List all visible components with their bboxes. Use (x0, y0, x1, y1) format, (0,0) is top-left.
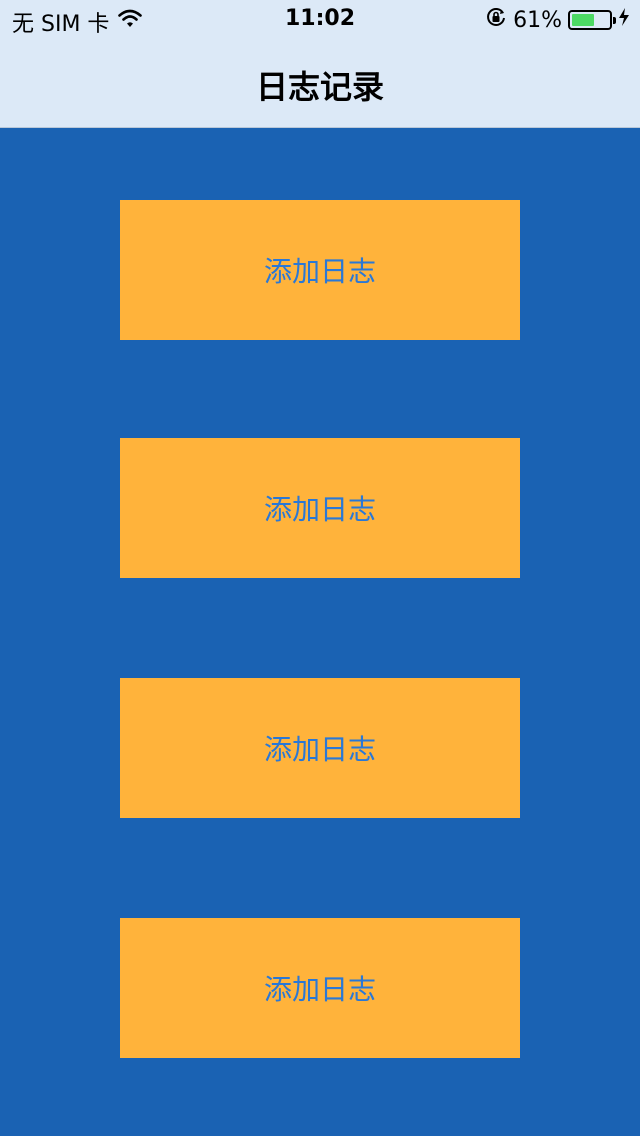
charging-bolt-icon (618, 7, 630, 33)
battery-tip (613, 17, 616, 24)
battery-icon (568, 10, 616, 30)
status-right: 61% (485, 6, 630, 34)
battery-percent: 61% (513, 7, 562, 33)
add-log-button[interactable]: 添加日志 (120, 918, 520, 1058)
app-screen: 无 SIM 卡 11:02 61% 日志记录 添加日志 添加日志 添加日志 添加… (0, 0, 640, 1136)
battery-level (572, 14, 594, 26)
page-title: 日志记录 (255, 68, 384, 106)
add-log-button[interactable]: 添加日志 (120, 200, 520, 340)
orientation-lock-icon (485, 6, 507, 34)
top-bar: 无 SIM 卡 11:02 61% 日志记录 (0, 0, 640, 128)
add-log-button[interactable]: 添加日志 (120, 678, 520, 818)
status-bar: 无 SIM 卡 11:02 61% (0, 0, 640, 40)
add-log-button[interactable]: 添加日志 (120, 438, 520, 578)
